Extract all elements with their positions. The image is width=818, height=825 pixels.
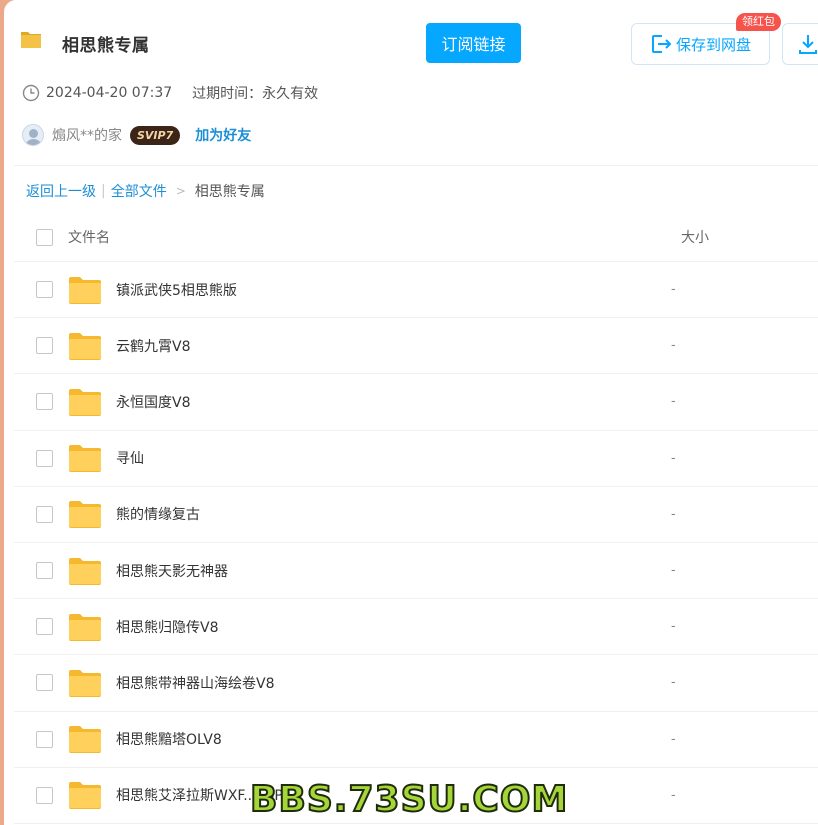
row-checkbox[interactable] (36, 730, 53, 748)
row-checkbox[interactable] (36, 337, 53, 355)
file-name[interactable]: 云鹤九霄V8 (116, 336, 190, 356)
file-size: - (671, 619, 676, 635)
folder-icon (69, 388, 101, 416)
folder-icon (69, 332, 101, 360)
share-meta: 2024-04-20 07:37 过期时间：永久有效 (22, 83, 318, 103)
folder-icon (69, 445, 101, 473)
folder-icon (69, 669, 101, 697)
folder-icon (69, 726, 101, 754)
subscribe-link-button[interactable]: 订阅链接 (426, 23, 521, 63)
file-table-header: 文件名 大小 (14, 213, 818, 262)
folder-icon (69, 276, 101, 304)
row-checkbox[interactable] (36, 505, 53, 523)
file-row[interactable]: 相思熊带神器山海绘卷V8 - (14, 655, 818, 712)
select-all-checkbox[interactable] (36, 228, 53, 246)
expire-time: 过期时间：永久有效 (192, 86, 319, 102)
file-row[interactable]: 永恒国度V8 - (14, 374, 818, 431)
download-button[interactable] (782, 23, 818, 65)
file-name[interactable]: 相思熊天影无神器 (116, 561, 228, 581)
row-checkbox[interactable] (36, 674, 53, 692)
row-checkbox[interactable] (36, 562, 53, 580)
file-size: - (671, 450, 676, 466)
breadcrumb-separator: | (101, 183, 106, 199)
watermark: BBS.73SU.COM (249, 779, 569, 820)
file-row[interactable]: 云鹤九霄V8 - (14, 318, 818, 375)
avatar[interactable] (22, 124, 44, 146)
file-size: - (671, 675, 676, 691)
breadcrumb-current: 相思熊专属 (194, 184, 265, 200)
row-checkbox[interactable] (36, 618, 53, 636)
file-size: - (671, 563, 676, 579)
file-size: - (671, 282, 676, 298)
row-checkbox[interactable] (36, 281, 53, 299)
file-row[interactable]: 寻仙 - (14, 431, 818, 487)
folder-icon (21, 32, 41, 48)
share-date: 2024-04-20 07:37 (46, 85, 173, 101)
file-row[interactable]: 相思熊归隐传V8 - (14, 599, 818, 656)
clock-icon (22, 84, 40, 102)
file-row[interactable]: 镇派武侠5相思熊版 - (14, 262, 818, 319)
vip-badge: SVIP7 (130, 125, 181, 145)
add-friend-link[interactable]: 加为好友 (195, 125, 251, 145)
download-icon (799, 35, 817, 54)
all-files-link[interactable]: 全部文件 (111, 181, 167, 201)
file-size: - (671, 506, 676, 522)
sharer-info: 煽风**的家 SVIP7 加为好友 (22, 123, 251, 147)
file-list: 镇派武侠5相思熊版 - 云鹤九霄V8- 永恒国度V8- 寻仙 - 熊的情缘复古 - 相思熊天影无… (14, 262, 818, 824)
folder-icon (69, 557, 101, 585)
column-header-name[interactable]: 文件名 (68, 227, 110, 247)
page-title: 相思熊专属 (62, 36, 150, 56)
file-row[interactable]: 相思熊黯塔OLV8 - (14, 712, 818, 768)
red-packet-badge[interactable]: 领红包 (736, 13, 781, 31)
file-size: - (671, 787, 676, 803)
folder-icon (69, 782, 101, 810)
file-name[interactable]: 相思熊带神器山海绘卷V8 (116, 673, 274, 693)
file-row[interactable]: 相思熊天影无神器 - (14, 543, 818, 600)
divider (14, 165, 818, 166)
folder-icon (69, 501, 101, 529)
file-row[interactable]: 熊的情缘复古 - (14, 487, 818, 543)
back-link[interactable]: 返回上一级 (26, 181, 96, 201)
row-checkbox[interactable] (36, 786, 53, 804)
row-checkbox[interactable] (36, 393, 53, 411)
file-size: - (671, 731, 676, 747)
row-checkbox[interactable] (36, 449, 53, 467)
file-name[interactable]: 相思熊归隐传V8 (116, 617, 218, 637)
breadcrumb: 返回上一级 | 全部文件 > 相思熊专属 (26, 181, 265, 201)
folder-icon (69, 613, 101, 641)
file-name[interactable]: 相思熊黯塔OLV8 (116, 729, 222, 749)
file-name[interactable]: 寻仙 (116, 448, 144, 468)
file-name[interactable]: 镇派武侠5相思熊版 (116, 280, 237, 300)
breadcrumb-arrow: > (175, 184, 186, 198)
file-name[interactable]: 熊的情缘复古 (116, 504, 200, 524)
save-to-disk-icon (651, 35, 672, 53)
save-to-disk-label: 保存到网盘 (675, 35, 751, 54)
file-name[interactable]: 永恒国度V8 (116, 392, 190, 412)
sharer-name[interactable]: 煽风**的家 (52, 125, 122, 145)
column-header-size[interactable]: 大小 (681, 227, 709, 247)
file-size: - (671, 338, 676, 354)
file-size: - (671, 394, 676, 410)
